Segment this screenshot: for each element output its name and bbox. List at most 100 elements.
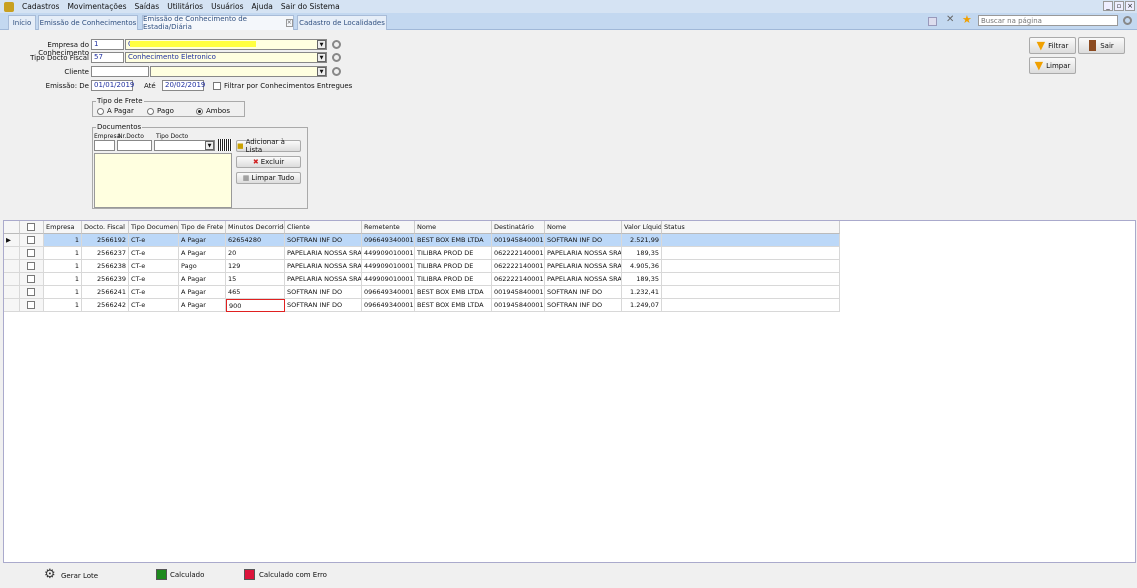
search-icon[interactable] <box>332 53 341 62</box>
column-header[interactable]: Minutos Decorridos <box>226 221 285 234</box>
table-cell[interactable]: PAPELARIA NOSSA SRA <box>285 247 362 260</box>
table-cell[interactable] <box>662 234 840 247</box>
table-cell[interactable]: 44990901000143 <box>362 247 415 260</box>
table-cell[interactable]: PAPELARIA NOSSA SRA <box>545 273 622 286</box>
close-window-button[interactable]: × <box>1125 1 1135 11</box>
menu-item[interactable]: Movimentações <box>67 2 126 11</box>
table-cell[interactable]: CT-e <box>129 260 179 273</box>
tipo-name-select[interactable]: Conhecimento Eletronico <box>125 52 327 63</box>
table-cell[interactable]: PAPELARIA NOSSA SRA <box>285 260 362 273</box>
select-all-checkbox[interactable] <box>27 223 35 231</box>
table-cell[interactable] <box>662 273 840 286</box>
table-cell[interactable]: 900 <box>226 299 285 312</box>
cliente-code-input[interactable] <box>91 66 149 77</box>
tab[interactable]: Emissão de Conhecimento de Estadia/Diári… <box>142 15 294 31</box>
table-cell[interactable]: SOFTRAN INF DO <box>545 299 622 312</box>
row-checkbox[interactable] <box>27 275 35 283</box>
star-icon[interactable]: ★ <box>962 13 972 26</box>
table-cell[interactable]: 00194584000183 <box>492 286 545 299</box>
column-header[interactable]: Destinatário <box>492 221 545 234</box>
radio-pago[interactable]: Pago <box>147 107 174 115</box>
chevron-down-icon[interactable]: ▼ <box>317 67 326 76</box>
row-checkbox[interactable] <box>27 249 35 257</box>
doc-empresa-input[interactable] <box>94 140 115 151</box>
menu-item[interactable]: Utilitários <box>167 2 203 11</box>
column-header[interactable]: Docto. Fiscal <box>82 221 129 234</box>
table-cell[interactable]: 465 <box>226 286 285 299</box>
table-cell[interactable]: 1 <box>44 299 82 312</box>
gerar-lote-button[interactable]: Gerar Lote <box>61 572 98 580</box>
column-header[interactable]: Tipo de Frete <box>179 221 226 234</box>
barcode-icon[interactable] <box>218 139 232 151</box>
chevron-down-icon[interactable]: ▼ <box>317 40 326 49</box>
search-input[interactable] <box>978 15 1118 26</box>
doc-nr-input[interactable] <box>117 140 152 151</box>
row-checkbox[interactable] <box>27 301 35 309</box>
column-header[interactable]: Empresa <box>44 221 82 234</box>
table-cell[interactable] <box>662 247 840 260</box>
table-cell[interactable]: 44990901000143 <box>362 273 415 286</box>
table-cell[interactable]: A Pagar <box>179 234 226 247</box>
table-cell[interactable] <box>662 260 840 273</box>
tab[interactable]: Emissão de Conhecimentos <box>38 15 138 30</box>
table-cell[interactable]: 06222214000199 <box>492 273 545 286</box>
table-cell[interactable]: SOFTRAN INF DO <box>285 299 362 312</box>
column-header[interactable]: Nome <box>545 221 622 234</box>
table-cell[interactable]: 20 <box>226 247 285 260</box>
emissao-de-input[interactable]: 01/01/2019 <box>91 80 134 91</box>
tab[interactable]: Cadastro de Localidades <box>297 15 387 30</box>
table-cell[interactable]: 06222214000199 <box>492 247 545 260</box>
radio-a-pagar[interactable]: A Pagar <box>97 107 134 115</box>
minimize-button[interactable]: _ <box>1103 1 1113 11</box>
table-cell[interactable]: A Pagar <box>179 286 226 299</box>
column-header[interactable]: Remetente <box>362 221 415 234</box>
table-cell[interactable]: BEST BOX EMB LTDA <box>415 234 492 247</box>
search-icon[interactable] <box>1123 16 1132 25</box>
table-cell[interactable]: 129 <box>226 260 285 273</box>
table-cell[interactable]: SOFTRAN INF DO <box>545 234 622 247</box>
adicionar-lista-button[interactable]: ■ Adicionar à Lista <box>236 138 301 154</box>
table-cell[interactable]: 2566239 <box>82 273 129 286</box>
table-cell[interactable]: 189,35 <box>622 273 662 286</box>
table-cell[interactable]: 00194584000183 <box>492 299 545 312</box>
table-cell[interactable]: 1.232,41 <box>622 286 662 299</box>
table-cell[interactable]: TILIBRA PROD DE <box>415 273 492 286</box>
column-header[interactable]: Valor Líquido <box>622 221 662 234</box>
radio-ambos[interactable]: Ambos <box>196 107 230 115</box>
table-cell[interactable]: SOFTRAN INF DO <box>285 234 362 247</box>
column-header[interactable]: Status <box>662 221 840 234</box>
table-cell[interactable]: 1 <box>44 286 82 299</box>
table-cell[interactable]: 15 <box>226 273 285 286</box>
tab[interactable]: Início <box>8 15 36 30</box>
table-cell[interactable]: TILIBRA PROD DE <box>415 260 492 273</box>
table-cell[interactable]: 06222214000199 <box>492 260 545 273</box>
search-icon[interactable] <box>332 40 341 49</box>
table-cell[interactable]: A Pagar <box>179 299 226 312</box>
menu-item[interactable]: Usuários <box>211 2 243 11</box>
table-cell[interactable]: 1 <box>44 234 82 247</box>
table-cell[interactable]: BEST BOX EMB LTDA <box>415 286 492 299</box>
restore-button[interactable]: ▫ <box>1114 1 1124 11</box>
menu-item[interactable]: Saídas <box>134 2 159 11</box>
table-cell[interactable]: CT-e <box>129 247 179 260</box>
table-cell[interactable] <box>662 286 840 299</box>
table-cell[interactable]: 2566192 <box>82 234 129 247</box>
table-cell[interactable]: 1 <box>44 273 82 286</box>
emissao-ate-input[interactable]: 20/02/2019 <box>162 80 205 91</box>
menu-item[interactable]: Ajuda <box>252 2 273 11</box>
table-cell[interactable]: 62654280 <box>226 234 285 247</box>
empresa-code-input[interactable]: 1 <box>91 39 124 50</box>
table-cell[interactable]: SOFTRAN INF DO <box>285 286 362 299</box>
menu-item[interactable]: Cadastros <box>22 2 59 11</box>
table-cell[interactable]: CT-e <box>129 286 179 299</box>
filtrar-entregues-checkbox[interactable] <box>213 82 221 90</box>
row-checkbox[interactable] <box>27 262 35 270</box>
table-cell[interactable]: 2566242 <box>82 299 129 312</box>
pin-icon[interactable]: ✕ <box>946 14 954 25</box>
table-cell[interactable]: Pago <box>179 260 226 273</box>
menu-item[interactable]: Sair do Sistema <box>281 2 340 11</box>
table-cell[interactable]: BEST BOX EMB LTDA <box>415 299 492 312</box>
table-cell[interactable]: 2566241 <box>82 286 129 299</box>
table-cell[interactable]: A Pagar <box>179 273 226 286</box>
chevron-down-icon[interactable]: ▼ <box>205 141 214 150</box>
